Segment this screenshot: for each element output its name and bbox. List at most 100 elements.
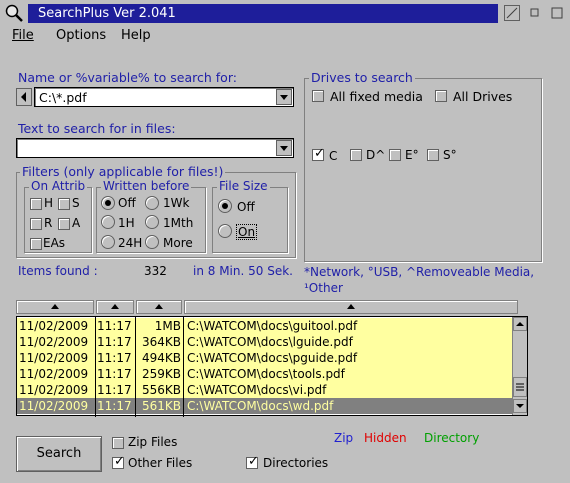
items-found-label: Items found :: [18, 264, 98, 278]
all-fixed-media-checkbox[interactable]: [312, 90, 324, 102]
minimize-icon[interactable]: [504, 5, 520, 21]
row-time: 11:17: [97, 351, 132, 365]
row-time: 11:17: [97, 383, 132, 397]
attrib-a-checkbox[interactable]: [58, 218, 70, 230]
attrib-title: On Attrib: [29, 179, 88, 193]
size-on-radio[interactable]: [218, 224, 232, 238]
row-time: 11:17: [97, 335, 132, 349]
row-size: 556KB: [141, 383, 181, 397]
all-drives-checkbox[interactable]: [435, 90, 447, 102]
row-time: 11:17: [97, 319, 132, 333]
attrib-r-label: R: [44, 216, 53, 230]
menu-options[interactable]: Options: [56, 28, 106, 43]
written-off-label: Off: [118, 196, 136, 210]
other-files-checkbox[interactable]: ✓: [112, 455, 125, 469]
size-off-radio[interactable]: [218, 199, 232, 213]
row-size: 1MB: [154, 319, 181, 333]
attrib-a-label: A: [72, 216, 81, 230]
directories-checkbox[interactable]: ✓: [246, 455, 259, 469]
size-off-label: Off: [237, 200, 255, 214]
written-1h-radio[interactable]: [101, 215, 115, 229]
magnifier-app-icon[interactable]: [4, 3, 24, 23]
row-size: 561KB: [141, 399, 181, 413]
written-1wk-radio[interactable]: [145, 196, 159, 210]
name-search-label: Name or %variable% to search for:: [18, 70, 237, 85]
row-date: 11/02/2009: [19, 319, 89, 333]
table-row[interactable]: 11/02/2009 11:17 556KB C:\WATCOM\docs\vi…: [17, 382, 513, 398]
written-1mth-radio[interactable]: [145, 215, 159, 229]
drive-d-label: D^: [366, 148, 386, 162]
attrib-h-label: H: [44, 196, 54, 210]
attrib-h-checkbox[interactable]: [30, 198, 42, 210]
search-duration: in 8 Min. 50 Sek.: [193, 264, 293, 278]
written-off-radio[interactable]: [101, 196, 115, 210]
menu-file-label: File: [12, 28, 34, 43]
items-found-count: 332: [144, 264, 167, 278]
table-row[interactable]: 11/02/2009 11:17 1MB C:\WATCOM\docs\guit…: [17, 318, 513, 334]
column-header-date[interactable]: [16, 300, 94, 314]
drives-group: [304, 78, 542, 262]
row-date: 11/02/2009: [19, 335, 89, 349]
column-header-time[interactable]: [96, 300, 134, 314]
table-row[interactable]: 11/02/2009 11:17 259KB C:\WATCOM\docs\to…: [17, 366, 513, 382]
drive-e-label: E°: [405, 148, 419, 162]
scroll-up-icon[interactable]: [513, 317, 527, 331]
row-path: C:\WATCOM\docs\wd.pdf: [187, 399, 334, 413]
drive-c-checkbox[interactable]: ✓: [312, 146, 325, 161]
row-date: 11/02/2009: [19, 351, 89, 365]
other-files-label: Other Files: [128, 456, 193, 470]
file-size-group: [212, 187, 288, 253]
written-more-radio[interactable]: [145, 235, 159, 249]
column-header-path[interactable]: [184, 300, 518, 314]
menu-help[interactable]: Help: [121, 28, 151, 43]
zip-files-checkbox[interactable]: [112, 437, 124, 449]
drive-legend-note: *Network, °USB, ^Removeable Media, ¹Othe…: [304, 265, 535, 295]
drive-s-checkbox[interactable]: [427, 149, 439, 161]
written-1h-label: 1H: [118, 216, 135, 230]
column-header-size[interactable]: [136, 300, 182, 314]
row-date: 11/02/2009: [19, 399, 89, 413]
checkmark-icon: ✓: [314, 146, 325, 161]
column-divider: [95, 317, 96, 417]
results-scrollbar[interactable]: [512, 317, 527, 415]
close-icon[interactable]: [549, 5, 565, 21]
row-size: 364KB: [141, 335, 181, 349]
file-size-title: File Size: [217, 179, 270, 193]
attrib-s-checkbox[interactable]: [58, 198, 70, 210]
menu-file[interactable]: File: [12, 28, 34, 43]
menu-help-label: Help: [121, 28, 151, 43]
menu-options-label: Options: [56, 28, 107, 43]
maximize-icon[interactable]: [527, 5, 543, 21]
all-fixed-media-label: All fixed media: [330, 89, 423, 104]
results-list[interactable]: 11/02/2009 11:17 1MB C:\WATCOM\docs\guit…: [16, 316, 528, 417]
directories-label: Directories: [263, 456, 329, 470]
drive-s-label: S°: [443, 148, 457, 162]
all-drives-label: All Drives: [453, 89, 513, 104]
row-time: 11:17: [97, 367, 132, 381]
search-button[interactable]: Search: [16, 436, 102, 472]
table-row[interactable]: 11/02/2009 11:17 494KB C:\WATCOM\docs\pg…: [17, 350, 513, 366]
text-dropdown-icon[interactable]: [276, 140, 292, 156]
drive-d-checkbox[interactable]: [350, 149, 362, 161]
name-search-combobox[interactable]: C:\*.pdf: [34, 87, 294, 107]
name-search-value: C:\*.pdf: [39, 90, 87, 105]
history-back-button[interactable]: [16, 88, 32, 106]
written-24h-radio[interactable]: [101, 235, 115, 249]
attrib-r-checkbox[interactable]: [30, 218, 42, 230]
scroll-down-icon[interactable]: [513, 399, 527, 413]
row-date: 11/02/2009: [19, 367, 89, 381]
text-search-combobox[interactable]: [16, 138, 294, 158]
column-divider: [183, 317, 184, 417]
zip-files-label: Zip Files: [128, 435, 178, 449]
row-time: 11:17: [97, 399, 132, 413]
size-on-label: On: [236, 224, 258, 240]
table-row[interactable]: 11/02/2009 11:17 364KB C:\WATCOM\docs\lg…: [17, 334, 513, 350]
name-dropdown-icon[interactable]: [276, 89, 292, 105]
table-row-selected[interactable]: 11/02/2009 11:17 561KB C:\WATCOM\docs\wd…: [17, 398, 513, 414]
row-path: C:\WATCOM\docs\vi.pdf: [187, 383, 327, 397]
filters-title: Filters (only applicable for files!): [20, 164, 226, 179]
written-before-title: Written before: [101, 179, 192, 193]
drive-e-checkbox[interactable]: [389, 149, 401, 161]
scroll-thumb[interactable]: [513, 377, 527, 397]
attrib-eas-checkbox[interactable]: [30, 238, 42, 250]
